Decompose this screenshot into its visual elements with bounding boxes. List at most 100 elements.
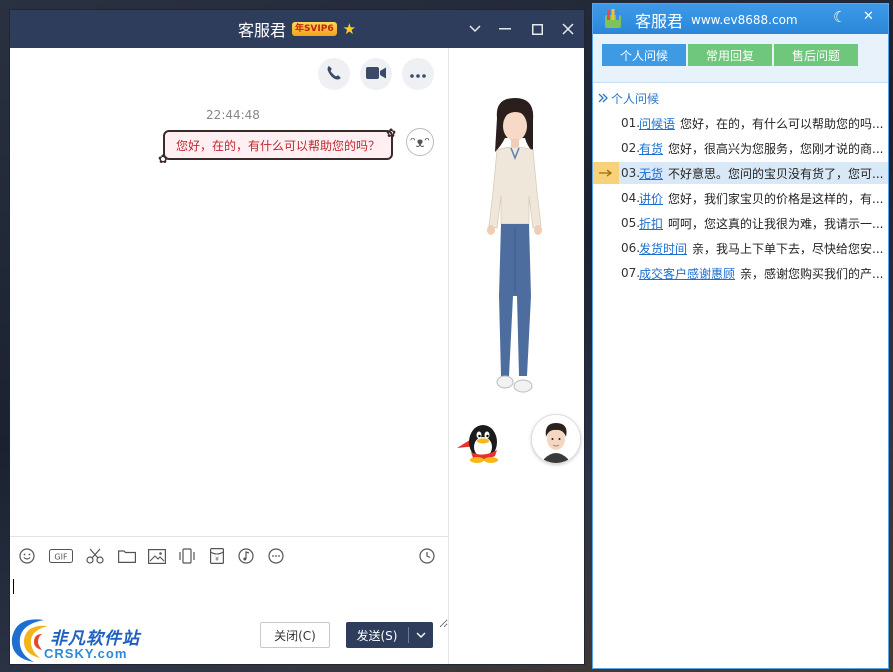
panel-title: 客服君 [635, 12, 684, 31]
row-number: 06. [621, 241, 641, 255]
row-number: 02. [621, 141, 641, 155]
panel-url: www.ev8688.com [691, 13, 798, 27]
send-button[interactable]: 发送(S) [346, 627, 408, 644]
row-number: 05. [621, 216, 641, 230]
phone-icon [326, 65, 342, 84]
more-options-button[interactable] [402, 58, 434, 90]
video-camera-icon [366, 66, 386, 83]
music-icon[interactable] [235, 546, 257, 566]
input-divider [10, 536, 448, 537]
chat-titlebar: 客服君 年SVIP6 ★ [10, 10, 584, 48]
svg-text:¥: ¥ [215, 556, 219, 563]
star-icon: ★ [342, 20, 357, 38]
red-packet-icon[interactable]: ¥ [206, 546, 228, 566]
list-item[interactable]: 07. 成交客户感谢惠顾 亲，感谢您购买我们的产... [593, 262, 888, 284]
text-caret [13, 579, 14, 594]
row-text: 不好意思。您问的宝贝没有货了，您可... [668, 166, 884, 181]
row-text: 亲，感谢您购买我们的产... [740, 266, 884, 281]
list-item-selected[interactable]: 03. 无货 不好意思。您问的宝贝没有货了，您可... [593, 162, 888, 184]
row-number: 07. [621, 266, 641, 280]
row-marker [593, 262, 619, 284]
minimize-icon[interactable] [490, 10, 520, 48]
folder-icon[interactable] [116, 546, 138, 566]
list-item[interactable]: 01. 问候语 您好，在的，有什么可以帮助您的吗... [593, 112, 888, 134]
watermark-sub: CRSKY.com [44, 646, 128, 661]
send-button-group: 发送(S) [346, 622, 433, 648]
row-tag[interactable]: 折扣 [639, 215, 663, 232]
row-number: 04. [621, 191, 641, 205]
row-tag[interactable]: 无货 [639, 165, 663, 182]
row-tag[interactable]: 有货 [639, 140, 663, 157]
emoji-icon[interactable] [16, 546, 38, 566]
qq-penguin-icon[interactable] [455, 418, 501, 464]
close-button-label: 关闭(C) [274, 628, 316, 643]
app-tools-icon [605, 9, 621, 28]
scissors-icon[interactable] [84, 546, 106, 566]
tab-after-sales[interactable]: 售后问题 [774, 44, 858, 66]
list-item[interactable]: 05. 折扣 呵呵，您这真的让我很为难，我请示一... [593, 212, 888, 234]
row-number: 01. [621, 116, 641, 130]
row-tag[interactable]: 讲价 [639, 190, 663, 207]
chat-window: 客服君 年SVIP6 ★ 22:44:48 您好，在的，有什么可以帮助您的吗？ … [9, 9, 585, 665]
list-item[interactable]: 06. 发货时间 亲，我马上下单下去，尽快给您安... [593, 237, 888, 259]
row-text: 呵呵，您这真的让我很为难，我请示一... [668, 216, 884, 231]
clock-history-icon[interactable] [416, 546, 438, 566]
row-marker [593, 137, 619, 159]
dropdown-chevron-icon[interactable] [460, 10, 490, 48]
tab-label: 个人问候 [619, 48, 668, 63]
row-tag[interactable]: 问候语 [639, 115, 675, 132]
row-marker [593, 112, 619, 134]
shake-window-icon[interactable] [176, 546, 198, 566]
gif-icon[interactable]: GIF [48, 546, 74, 566]
section-title: 个人问候 [611, 92, 660, 106]
input-toolbar: GIF ¥ [10, 542, 448, 570]
cat-face-icon: ᵔᴥᵔ [409, 134, 431, 151]
list-item[interactable]: 04. 讲价 您好，我们家宝贝的价格是这样的，有... [593, 187, 888, 209]
tab-personal-greetings[interactable]: 个人问候 [602, 44, 686, 66]
tab-common-replies[interactable]: 常用回复 [688, 44, 772, 66]
contact-avatar[interactable] [531, 414, 581, 464]
bubble-corner-decoration-icon: ✿ [158, 152, 169, 166]
crsky-watermark: 非凡软件站 CRSKY.com [4, 612, 154, 664]
message-text: 您好，在的，有什么可以帮助您的吗？ [175, 138, 380, 153]
row-text: 您好，很高兴为您服务，您刚才说的商... [668, 141, 884, 156]
expand-arrow-icon [598, 92, 608, 106]
tab-label: 售后问题 [791, 48, 840, 63]
tab-label: 常用回复 [705, 48, 754, 63]
row-marker [593, 187, 619, 209]
more-tools-icon[interactable] [265, 546, 287, 566]
row-text: 您好，在的，有什么可以帮助您的吗... [680, 116, 884, 131]
panel-titlebar: 客服君 www.ev8688.com ☾ ✕ [593, 4, 888, 34]
row-number: 03. [621, 166, 641, 180]
list-item[interactable]: 02. 有货 您好，很高兴为您服务，您刚才说的商... [593, 137, 888, 159]
row-text: 亲，我马上下单下去，尽快给您安... [692, 241, 884, 256]
close-icon[interactable] [553, 10, 583, 48]
row-marker [593, 212, 619, 234]
moon-icon[interactable]: ☾ [833, 8, 846, 26]
voice-call-button[interactable] [318, 58, 350, 90]
row-text: 您好，我们家宝贝的价格是这样的，有... [668, 191, 884, 206]
section-header[interactable]: 个人问候 [598, 90, 659, 107]
quick-reply-panel: 客服君 www.ev8688.com ☾ ✕ 个人问候 常用回复 售后问题 个人… [592, 3, 889, 669]
send-options-chevron-icon[interactable] [409, 630, 433, 641]
bubble-corner-decoration-icon: ✿ [386, 126, 397, 140]
svip-badge: 年SVIP6 [291, 22, 337, 36]
message-bubble[interactable]: 您好，在的，有什么可以帮助您的吗？ [163, 130, 393, 160]
image-icon[interactable] [146, 546, 168, 566]
chat-side-panel [448, 48, 584, 664]
self-avatar[interactable]: ᵔᴥᵔ [406, 128, 434, 156]
more-dots-icon [410, 67, 426, 81]
svg-text:GIF: GIF [54, 553, 68, 562]
message-timestamp: 22:44:48 [206, 108, 260, 122]
chat-body: 22:44:48 您好，在的，有什么可以帮助您的吗？ ✿ ✿ ᵔᴥᵔ GIF ¥… [10, 48, 448, 664]
girl-show-avatar-icon[interactable] [475, 96, 555, 416]
selected-arrow-icon [593, 162, 619, 184]
close-button[interactable]: 关闭(C) [260, 622, 330, 648]
maximize-icon[interactable] [522, 10, 552, 48]
panel-close-icon[interactable]: ✕ [863, 9, 874, 24]
row-tag[interactable]: 发货时间 [639, 240, 687, 257]
chat-title: 客服君 [237, 21, 286, 40]
row-tag[interactable]: 成交客户感谢惠顾 [639, 265, 735, 282]
panel-tabs: 个人问候 常用回复 售后问题 [593, 34, 888, 83]
video-call-button[interactable] [360, 58, 392, 90]
